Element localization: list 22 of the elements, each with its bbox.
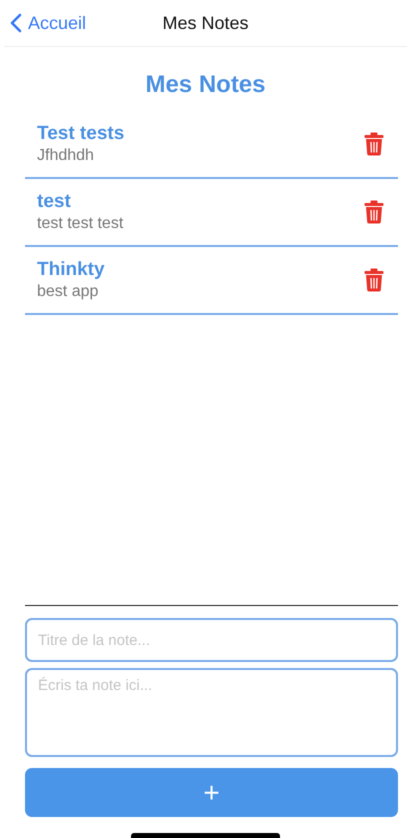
note-body: Jfhdhdh bbox=[37, 147, 95, 165]
delete-button[interactable] bbox=[364, 132, 384, 156]
trash-icon bbox=[364, 132, 384, 156]
note-input-field[interactable]: Écris ta note ici... bbox=[25, 668, 398, 757]
page-heading: Mes Notes bbox=[144, 71, 267, 99]
trash-icon bbox=[364, 268, 384, 292]
nav-title: Mes Notes bbox=[162, 12, 249, 34]
delete-button[interactable] bbox=[364, 200, 384, 224]
note-row[interactable]: test test test test bbox=[25, 179, 398, 247]
note-title: test bbox=[37, 191, 72, 213]
note-body: best app bbox=[37, 283, 100, 301]
note-body: test test test bbox=[37, 215, 124, 233]
note-title: Thinkty bbox=[37, 259, 106, 281]
chevron-left-icon bbox=[10, 13, 22, 33]
delete-button[interactable] bbox=[364, 268, 384, 292]
back-button[interactable]: Accueil bbox=[4, 12, 86, 34]
note-row[interactable]: Test tests Jfhdhdh bbox=[25, 111, 398, 179]
note-row[interactable]: Thinkty best app bbox=[25, 247, 398, 315]
note-title: Test tests bbox=[37, 123, 126, 145]
title-input-field[interactable]: Titre de la note... bbox=[25, 618, 398, 662]
trash-icon bbox=[364, 200, 384, 224]
add-button[interactable]: + bbox=[25, 768, 398, 817]
